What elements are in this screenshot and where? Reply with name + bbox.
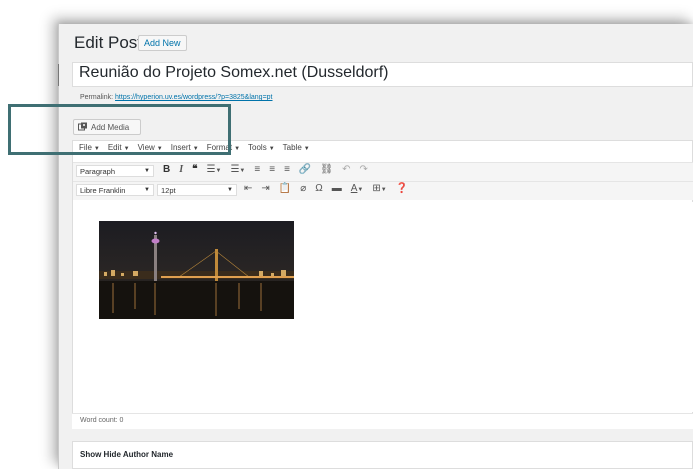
numbered-list-icon[interactable]: ☰▼: [230, 164, 245, 175]
clear-formatting-icon[interactable]: ⌀: [300, 183, 306, 194]
align-left-icon[interactable]: ≡: [254, 164, 260, 175]
font-size-select[interactable]: 12pt ▼: [157, 184, 237, 196]
bold-icon[interactable]: B: [163, 164, 170, 175]
text-color-icon[interactable]: A▼: [351, 183, 364, 194]
block-format-select[interactable]: Paragraph ▼: [76, 165, 154, 177]
add-new-button[interactable]: Add New: [138, 35, 187, 51]
post-title-value: Reunião do Projeto Somex.net (Dusseldorf…: [79, 64, 389, 81]
align-center-icon[interactable]: ≡: [269, 164, 275, 175]
toolbar-icons-row-1: B I ❝ ☰▼ ☰▼ ≡ ≡ ≡ 🔗 ⛓ ↶ ↷: [163, 164, 368, 175]
divider: [58, 64, 59, 86]
paste-text-icon[interactable]: 📋: [279, 183, 291, 194]
horizontal-line-icon[interactable]: ▬: [332, 183, 342, 194]
word-count: Word count: 0: [80, 417, 124, 424]
outdent-icon[interactable]: ⇤: [244, 183, 252, 194]
page-title: Edit Post: [74, 33, 143, 52]
special-character-icon[interactable]: Ω: [315, 183, 322, 194]
table-icon[interactable]: ⊞▼: [372, 183, 386, 194]
redo-icon[interactable]: ↷: [359, 164, 367, 175]
italic-icon[interactable]: I: [179, 164, 183, 175]
font-family-select[interactable]: Libre Franklin ▼: [76, 184, 154, 196]
menu-table[interactable]: Table ▼: [283, 143, 310, 152]
author-box-title[interactable]: Show Hide Author Name: [80, 450, 173, 459]
permalink: Permalink: https://hyperion.uv.es/wordpr…: [80, 94, 273, 101]
editor-status-bar: [72, 413, 693, 429]
permalink-label: Permalink:: [80, 94, 114, 101]
highlight-annotation-box: [8, 104, 231, 155]
link-icon[interactable]: 🔗: [299, 164, 311, 175]
align-right-icon[interactable]: ≡: [284, 164, 290, 175]
permalink-link[interactable]: https://hyperion.uv.es/wordpress/?p=3825…: [115, 94, 272, 101]
blockquote-icon[interactable]: ❝: [192, 164, 197, 175]
toolbar-icons-row-2: ⇤ ⇥ 📋 ⌀ Ω ▬ A▼ ⊞▼ ❓: [244, 183, 408, 194]
undo-icon[interactable]: ↶: [342, 164, 350, 175]
help-icon[interactable]: ❓: [396, 183, 408, 194]
bullet-list-icon[interactable]: ☰▼: [207, 164, 222, 175]
menu-tools[interactable]: Tools ▼: [248, 143, 275, 152]
indent-icon[interactable]: ⇥: [261, 183, 269, 194]
unlink-icon[interactable]: ⛓: [320, 164, 333, 175]
dusseldorf-night-photo[interactable]: [99, 221, 294, 319]
